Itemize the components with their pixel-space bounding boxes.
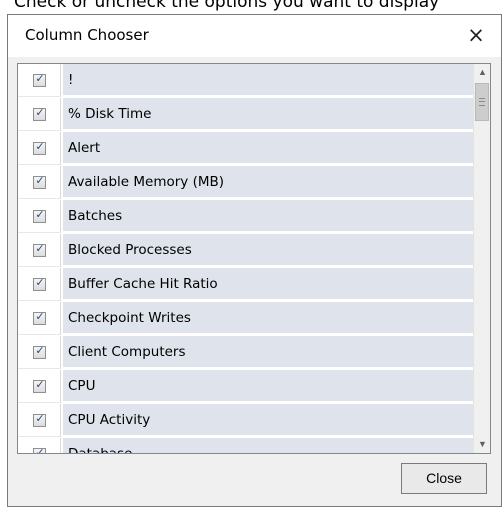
list-item[interactable]: ✓ Checkpoint Writes [18, 302, 474, 336]
scroll-up-icon[interactable]: ▲ [474, 64, 490, 81]
column-checkbox[interactable]: ✓ [33, 344, 46, 359]
checkbox-cell: ✓ [18, 234, 61, 267]
column-label: Buffer Cache Hit Ratio [63, 268, 474, 300]
column-label: Client Computers [63, 336, 474, 368]
column-checkbox[interactable]: ✓ [33, 310, 46, 325]
column-checkbox[interactable]: ✓ [33, 446, 46, 454]
list-item[interactable]: ✓! [18, 64, 474, 98]
scrollbar-thumb[interactable] [475, 83, 489, 121]
checkbox-cell: ✓ [18, 132, 61, 165]
column-checkbox[interactable]: ✓ [33, 174, 46, 189]
column-rows: ✓! ✓% Disk Time ✓ Alert ✓ Available Memory (M… [18, 64, 474, 454]
checkbox-cell: ✓ [18, 200, 61, 233]
checkbox-cell: ✓ [18, 166, 61, 199]
column-checkbox[interactable]: ✓ [33, 412, 46, 427]
checkbox-cell: ✓ [18, 98, 61, 131]
list-item[interactable]: ✓ Alert [18, 132, 474, 166]
column-list[interactable]: ✓! ✓% Disk Time ✓ Alert ✓ Available Memory (M… [17, 63, 491, 454]
checkbox-cell: ✓ [18, 302, 61, 335]
checkmark-icon: ✓ [35, 140, 45, 153]
checkmark-icon: ✓ [35, 344, 45, 357]
list-item[interactable]: ✓ Batches [18, 200, 474, 234]
grip-icon [479, 98, 485, 106]
list-item[interactable]: ✓ Available Memory (MB) [18, 166, 474, 200]
column-checkbox[interactable]: ✓ [33, 72, 46, 87]
title-bar[interactable]: Column Chooser × [8, 15, 501, 57]
checkmark-icon: ✓ [35, 446, 45, 454]
column-label: Alert [63, 132, 474, 164]
column-label: Blocked Processes [63, 234, 474, 266]
column-label: ! [63, 64, 474, 96]
close-button[interactable]: Close [401, 463, 487, 494]
column-label: CPU Activity [63, 404, 474, 436]
list-item[interactable]: ✓ Buffer Cache Hit Ratio [18, 268, 474, 302]
checkbox-cell: ✓ [18, 404, 61, 437]
instruction-caption: Check or uncheck the options you want to… [14, 0, 440, 12]
column-chooser-dialog: Column Chooser × ✓! ✓% Disk Time ✓ Alert ✓ Av… [7, 14, 502, 507]
checkbox-cell: ✓ [18, 268, 61, 301]
checkmark-icon: ✓ [35, 378, 45, 391]
checkmark-icon: ✓ [35, 276, 45, 289]
column-checkbox[interactable]: ✓ [33, 208, 46, 223]
checkmark-icon: ✓ [35, 242, 45, 255]
list-item[interactable]: ✓ CPU Activity [18, 404, 474, 438]
column-checkbox[interactable]: ✓ [33, 378, 46, 393]
column-label: CPU [63, 370, 474, 402]
dialog-title: Column Chooser [25, 26, 149, 44]
scroll-down-icon[interactable]: ▼ [474, 436, 490, 453]
column-label: Available Memory (MB) [63, 166, 474, 198]
column-label: % Disk Time [63, 98, 474, 130]
column-label: Batches [63, 200, 474, 232]
column-checkbox[interactable]: ✓ [33, 106, 46, 121]
column-checkbox[interactable]: ✓ [33, 242, 46, 257]
checkbox-cell: ✓ [18, 336, 61, 369]
column-checkbox[interactable]: ✓ [33, 276, 46, 291]
list-item[interactable]: ✓ Blocked Processes [18, 234, 474, 268]
checkmark-icon: ✓ [35, 208, 45, 221]
checkmark-icon: ✓ [35, 174, 45, 187]
checkbox-cell: ✓ [18, 438, 61, 454]
column-checkbox[interactable]: ✓ [33, 140, 46, 155]
checkmark-icon: ✓ [35, 310, 45, 323]
checkmark-icon: ✓ [35, 412, 45, 425]
checkmark-icon: ✓ [35, 106, 45, 119]
list-item[interactable]: ✓ Client Computers [18, 336, 474, 370]
list-item[interactable]: ✓ % Disk Time [18, 98, 474, 132]
vertical-scrollbar[interactable]: ▲ ▼ [473, 64, 490, 453]
checkmark-icon: ✓ [35, 72, 45, 85]
column-label: Database [63, 438, 474, 453]
list-item[interactable]: ✓ Database [18, 438, 474, 454]
checkbox-cell: ✓ [18, 370, 61, 403]
list-item[interactable]: ✓ CPU [18, 370, 474, 404]
close-icon[interactable]: × [459, 19, 493, 51]
checkbox-cell: ✓ [18, 64, 61, 97]
column-label: Checkpoint Writes [63, 302, 474, 334]
